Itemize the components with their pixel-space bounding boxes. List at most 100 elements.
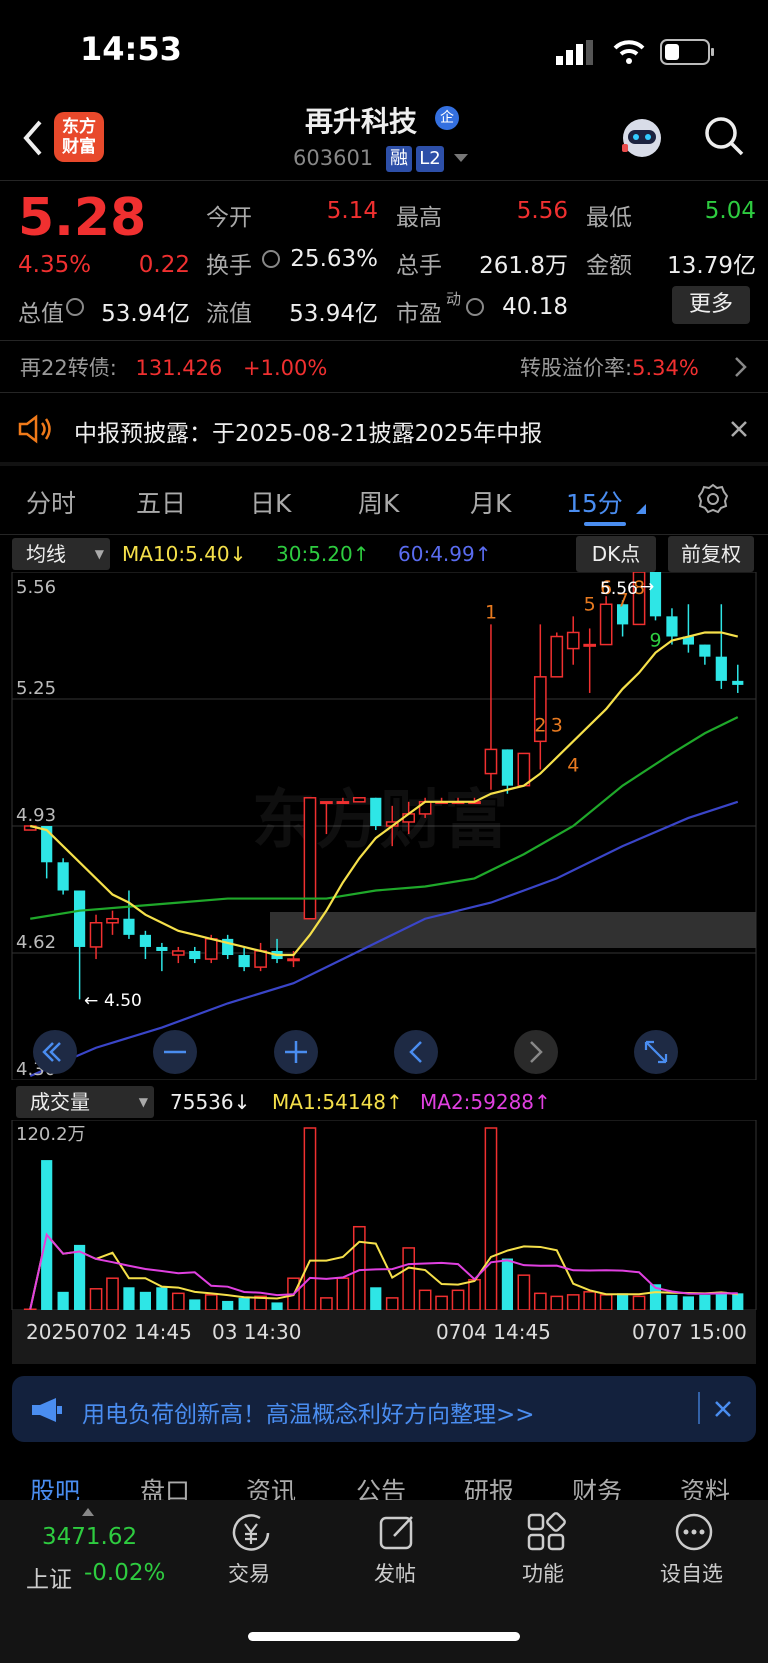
convertible-bond-row[interactable]: 再22转债: 131.426 +1.00%: [20, 352, 327, 382]
index-change[interactable]: -0.02%: [84, 1560, 165, 1586]
nav-add-watchlist[interactable]: 设自选: [660, 1558, 723, 1588]
robot-assistant-icon[interactable]: [618, 114, 666, 162]
candle-body: [336, 801, 350, 805]
candle-body: [352, 797, 366, 803]
candle: [73, 890, 86, 1000]
tab-five-day[interactable]: 五日: [136, 484, 186, 520]
volume-bar: [484, 1127, 498, 1310]
candle-body: [370, 797, 382, 826]
candlestick-chart[interactable]: 东方财富 123456789 5.56 5.25 4.93 4.62 4.30 …: [0, 572, 768, 1080]
open-value: 5.14: [326, 198, 378, 224]
y-tick-label: 4.62: [16, 932, 56, 953]
volume-label: 总手: [396, 253, 442, 279]
candle: [57, 858, 69, 895]
scroll-left-button[interactable]: [394, 1030, 438, 1074]
candle-body: [204, 938, 218, 960]
float-cap-label: 流值: [206, 301, 252, 327]
candle-body: [171, 950, 185, 956]
td-count-label: 5: [584, 593, 596, 615]
bond-price: 131.426: [135, 356, 223, 380]
candle-body: [666, 616, 678, 637]
functions-grid-icon[interactable]: [526, 1512, 566, 1552]
high-value: 5.56: [516, 198, 568, 224]
volume-bar: [732, 1293, 744, 1310]
info-icon[interactable]: [262, 250, 280, 268]
tab-monthly-k[interactable]: 月K: [470, 484, 511, 520]
nav-trade[interactable]: 交易: [228, 1558, 270, 1588]
pe-label: 市盈: [396, 301, 442, 327]
info-icon[interactable]: [466, 298, 484, 316]
news-text[interactable]: 用电负荷创新高！高温概念利好方向整理>>: [82, 1395, 535, 1429]
chevron-right-icon[interactable]: [734, 356, 748, 378]
notice-text[interactable]: 中报预披露：于2025-08-21披露2025年中报: [74, 414, 542, 448]
low-marker-label: 4.50: [104, 991, 142, 1011]
dk-point-button[interactable]: DK点: [576, 536, 656, 572]
chevron-down-icon[interactable]: [454, 154, 468, 164]
more-button[interactable]: 更多: [672, 286, 750, 324]
candle-body: [732, 680, 744, 685]
candle: [171, 946, 185, 964]
premium-label: 转股溢价率:: [520, 356, 633, 380]
adjust-button[interactable]: 前复权: [668, 536, 754, 572]
settings-gear-icon[interactable]: [696, 482, 730, 516]
high-label: 最高: [396, 205, 442, 231]
tab-weekly-k[interactable]: 周K: [358, 484, 399, 520]
volume-select[interactable]: 成交量 ▼: [16, 1086, 154, 1118]
back-icon[interactable]: [18, 118, 48, 158]
rewind-button[interactable]: [33, 1030, 77, 1074]
td-count-label: 2: [534, 714, 546, 736]
volume-bar: [106, 1277, 119, 1310]
close-icon[interactable]: [730, 420, 748, 438]
volume-bar: [139, 1291, 152, 1310]
tab-daily-k[interactable]: 日K: [250, 484, 291, 520]
battery-icon: [660, 39, 714, 65]
volume-bar: [501, 1258, 514, 1310]
margin-tag: 融: [386, 146, 412, 172]
volume-bar: [238, 1297, 250, 1310]
candle-body: [254, 950, 267, 968]
status-time: 14:53: [80, 30, 182, 68]
post-edit-icon[interactable]: [378, 1512, 418, 1552]
volume-axis-max: 120.2万: [16, 1124, 86, 1145]
home-indicator: [248, 1632, 520, 1641]
info-icon[interactable]: [66, 298, 84, 316]
volume-bar: [666, 1294, 678, 1310]
tab-15-minute[interactable]: 15分: [566, 484, 623, 520]
nav-post[interactable]: 发帖: [374, 1558, 416, 1588]
trade-yen-icon[interactable]: [230, 1512, 272, 1554]
volume-bar: [699, 1294, 711, 1310]
time-tick: 20250702 14:45: [26, 1320, 192, 1344]
td-count-label: 9: [650, 630, 662, 652]
index-name[interactable]: 上证: [26, 1560, 72, 1594]
tab-intraday[interactable]: 分时: [26, 484, 76, 520]
candle: [254, 942, 267, 972]
time-tick: 0704 14:45: [436, 1320, 551, 1344]
volume-bar: [189, 1299, 201, 1310]
volume-bar: [533, 1292, 547, 1310]
candle: [222, 934, 234, 960]
more-dots-icon[interactable]: [674, 1512, 714, 1552]
scroll-right-button[interactable]: [514, 1030, 558, 1074]
volume-bar: [171, 1292, 185, 1310]
turnover-label: 换手: [206, 253, 252, 279]
current-price: 5.28: [18, 188, 147, 248]
close-icon[interactable]: [714, 1400, 732, 1418]
candle-body: [320, 801, 333, 805]
index-value[interactable]: 3471.62: [42, 1524, 137, 1550]
time-tick: 0707 15:00: [632, 1320, 747, 1344]
indicator-select[interactable]: 均线 ▼: [12, 538, 110, 570]
candle: [484, 624, 498, 790]
candle-body: [699, 644, 711, 657]
volume-bar: [370, 1287, 382, 1310]
search-icon[interactable]: [702, 114, 746, 158]
ma60-readout: 60:4.99↑: [398, 542, 492, 566]
volume-bar: [616, 1293, 629, 1310]
candle: [566, 616, 580, 665]
volume-bar: [89, 1288, 103, 1310]
nav-functions[interactable]: 功能: [522, 1558, 564, 1588]
candle-body: [715, 656, 727, 681]
up-triangle-icon: [82, 1508, 94, 1516]
volume-ma1: MA1:54148↑: [272, 1090, 403, 1114]
bond-change: +1.00%: [243, 356, 328, 380]
tab-underline: [584, 522, 626, 526]
